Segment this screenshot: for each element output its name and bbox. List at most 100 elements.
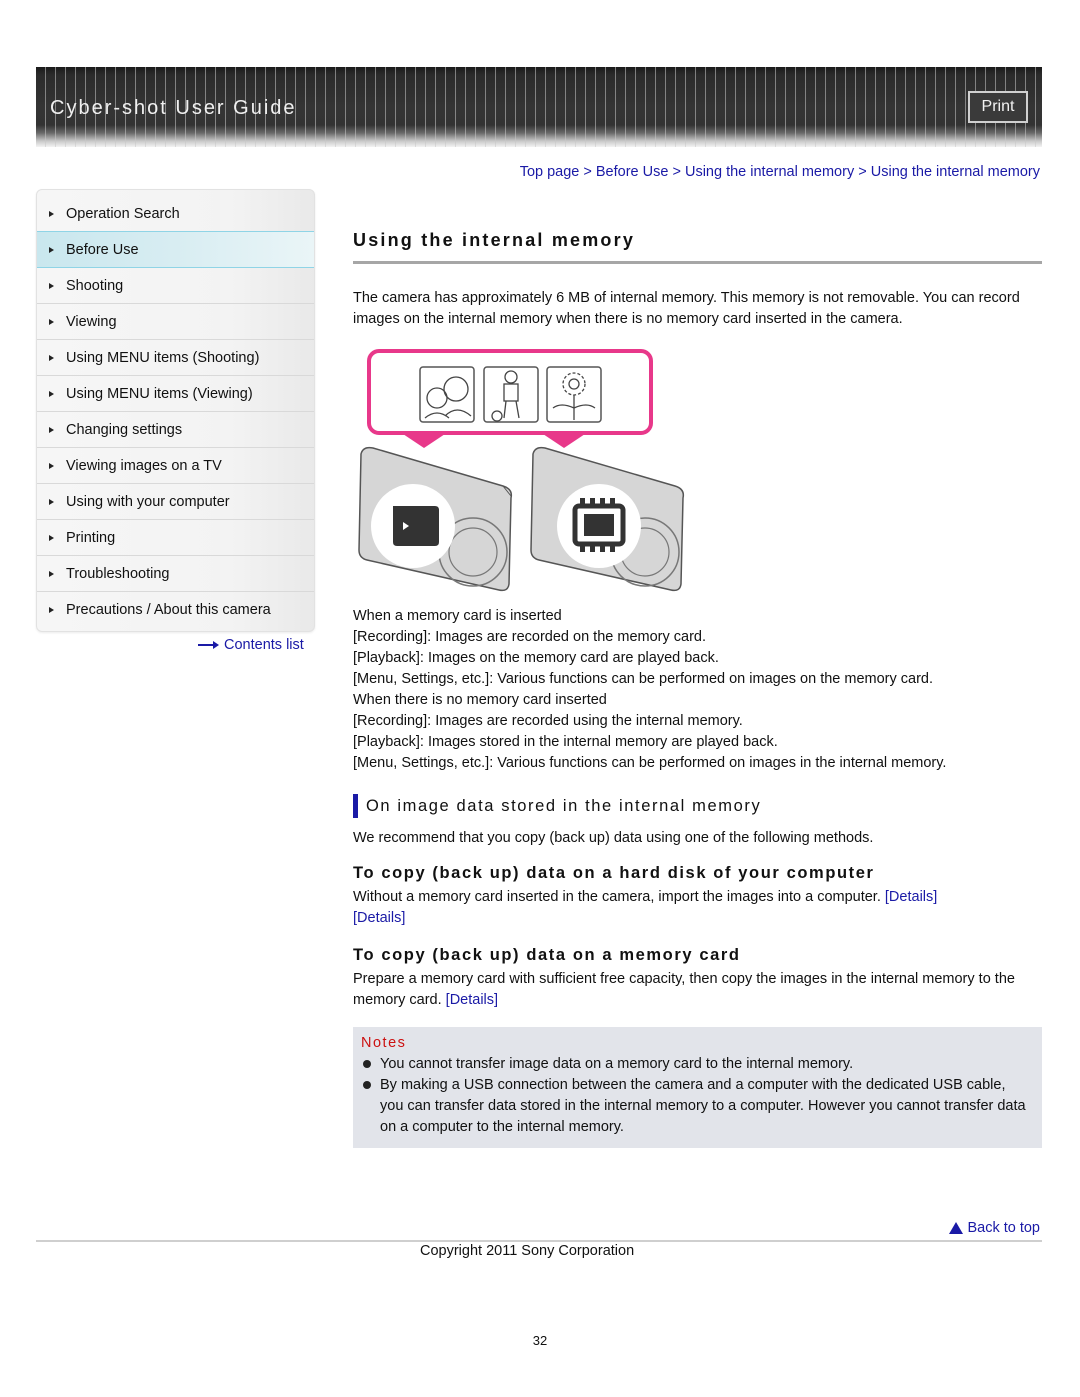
details-link[interactable]: [Details]: [885, 889, 937, 905]
triangle-right-icon: [49, 570, 54, 577]
sidebar-item-shooting[interactable]: Shooting: [37, 268, 314, 304]
sidebar-item-label: Printing: [66, 529, 116, 546]
notes-title: Notes: [361, 1035, 407, 1051]
breadcrumb-using-internal-memory[interactable]: Using the internal memory: [685, 164, 854, 180]
breadcrumb-separator: >: [672, 164, 681, 180]
triangle-right-icon: [49, 426, 54, 433]
breadcrumb-before-use[interactable]: Before Use: [596, 164, 669, 180]
page-number: 32: [532, 1333, 548, 1348]
details-link[interactable]: [Details]: [446, 992, 498, 1008]
sidebar-item-label: Before Use: [66, 241, 139, 258]
backup-computer-body: Without a memory card inserted in the ca…: [353, 889, 881, 905]
sidebar-item-label: Shooting: [66, 277, 124, 294]
sidebar-nav: Operation Search Before Use Shooting Vie…: [36, 189, 315, 632]
header-banner: Cyber-shot User Guide Print: [36, 67, 1042, 147]
contents-list-link[interactable]: Contents list: [198, 637, 304, 653]
sidebar-item-precautions[interactable]: Precautions / About this camera: [37, 592, 314, 627]
internal-menu-line: [Menu, Settings, etc.]: Various function…: [353, 755, 947, 771]
guide-title: Cyber-shot User Guide: [50, 97, 297, 119]
camera-with-internal-memory: [530, 446, 685, 592]
pointer-left: [403, 434, 445, 448]
sidebar-item-using-with-computer[interactable]: Using with your computer: [37, 484, 314, 520]
backup-card-heading: To copy (back up) data on a memory card: [353, 946, 741, 964]
internal-recording-line: [Recording]: Images are recorded using t…: [353, 713, 743, 729]
breadcrumb-current[interactable]: Using the internal memory: [871, 164, 1040, 180]
intro-paragraph: The camera has approximately 6 MB of int…: [353, 290, 1020, 327]
note-text: By making a USB connection between the c…: [380, 1077, 1026, 1135]
triangle-right-icon: [49, 318, 54, 325]
soccer-player-thumbnail: [483, 366, 539, 423]
card-inserted-heading: When a memory card is inserted: [353, 608, 562, 624]
memory-behavior-list: When a memory card is inserted [Recordin…: [353, 606, 1042, 774]
sidebar-item-label: Using MENU items (Shooting): [66, 349, 260, 366]
flower-thumbnail: [546, 366, 602, 423]
main-content: Using the internal memory The camera has…: [353, 230, 1042, 1148]
heading-accent-bar: [353, 794, 358, 818]
sidebar-item-menu-viewing[interactable]: Using MENU items (Viewing): [37, 376, 314, 412]
section-heading-text: On image data stored in the internal mem…: [366, 796, 762, 815]
sidebar-item-label: Using with your computer: [66, 493, 230, 510]
backup-computer-heading: To copy (back up) data on a hard disk of…: [353, 864, 875, 882]
backup-card-text: Prepare a memory card with sufficient fr…: [353, 969, 1042, 1011]
section-heading: On image data stored in the internal mem…: [353, 794, 1042, 818]
breadcrumb-separator: >: [583, 164, 592, 180]
print-button[interactable]: Print: [968, 91, 1028, 123]
triangle-right-icon: [49, 534, 54, 541]
page-title: Using the internal memory: [353, 230, 1042, 264]
breadcrumb-top-page[interactable]: Top page: [520, 164, 580, 180]
sidebar-item-viewing-on-tv[interactable]: Viewing images on a TV: [37, 448, 314, 484]
sidebar-item-label: Using MENU items (Viewing): [66, 385, 253, 402]
sidebar-item-label: Precautions / About this camera: [66, 601, 271, 618]
backup-computer-text: Without a memory card inserted in the ca…: [353, 887, 1042, 929]
section-intro: We recommend that you copy (back up) dat…: [353, 830, 874, 846]
sidebar-item-label: Troubleshooting: [66, 565, 170, 582]
breadcrumb: Top page > Before Use > Using the intern…: [520, 164, 1040, 180]
bullet-icon: [363, 1081, 371, 1089]
sidebar-item-label: Operation Search: [66, 205, 180, 222]
sidebar-item-troubleshooting[interactable]: Troubleshooting: [37, 556, 314, 592]
triangle-right-icon: [49, 282, 54, 289]
triangle-right-icon: [49, 246, 54, 253]
triangle-right-icon: [49, 498, 54, 505]
sidebar-item-viewing[interactable]: Viewing: [37, 304, 314, 340]
note-item: You cannot transfer image data on a memo…: [361, 1054, 1032, 1075]
sidebar-item-label: Viewing images on a TV: [66, 457, 222, 474]
card-insert-icon: [393, 506, 439, 546]
memory-illustration: [353, 346, 693, 596]
triangle-right-icon: [49, 606, 54, 613]
triangle-up-icon: [949, 1222, 964, 1234]
pointer-right: [543, 434, 585, 448]
sidebar-item-label: Changing settings: [66, 421, 183, 438]
breadcrumb-separator: >: [858, 164, 867, 180]
sidebar-item-before-use[interactable]: Before Use: [37, 231, 314, 268]
internal-playback-line: [Playback]: Images stored in the interna…: [353, 734, 778, 750]
triangle-right-icon: [49, 210, 54, 217]
sidebar-item-changing-settings[interactable]: Changing settings: [37, 412, 314, 448]
arrow-right-icon: [198, 640, 220, 650]
family-portrait-thumbnail: [419, 366, 475, 423]
footer-divider: [36, 1240, 1042, 1242]
contents-list-label: Contents list: [224, 637, 304, 653]
note-item: By making a USB connection between the c…: [361, 1075, 1032, 1138]
notes-box: Notes You cannot transfer image data on …: [353, 1027, 1042, 1148]
sidebar-item-menu-shooting[interactable]: Using MENU items (Shooting): [37, 340, 314, 376]
triangle-right-icon: [49, 462, 54, 469]
sidebar-item-operation-search[interactable]: Operation Search: [37, 196, 314, 232]
card-menu-line: [Menu, Settings, etc.]: Various function…: [353, 671, 934, 687]
back-to-top-link[interactable]: Back to top: [949, 1220, 1040, 1236]
sidebar-item-printing[interactable]: Printing: [37, 520, 314, 556]
no-card-heading: When there is no memory card inserted: [353, 692, 607, 708]
card-recording-line: [Recording]: Images are recorded on the …: [353, 629, 706, 645]
back-to-top-label: Back to top: [967, 1220, 1040, 1236]
details-link[interactable]: [Details]: [353, 910, 405, 926]
copyright: Copyright 2011 Sony Corporation: [420, 1243, 635, 1259]
card-playback-line: [Playback]: Images on the memory card ar…: [353, 650, 719, 666]
sidebar-item-label: Viewing: [66, 313, 117, 330]
camera-with-card: [358, 446, 513, 592]
camera-memory-diagram: [358, 349, 685, 592]
triangle-right-icon: [49, 390, 54, 397]
internal-memory-chip-icon: [572, 498, 626, 552]
triangle-right-icon: [49, 354, 54, 361]
bullet-icon: [363, 1060, 371, 1068]
note-text: You cannot transfer image data on a memo…: [380, 1056, 854, 1072]
